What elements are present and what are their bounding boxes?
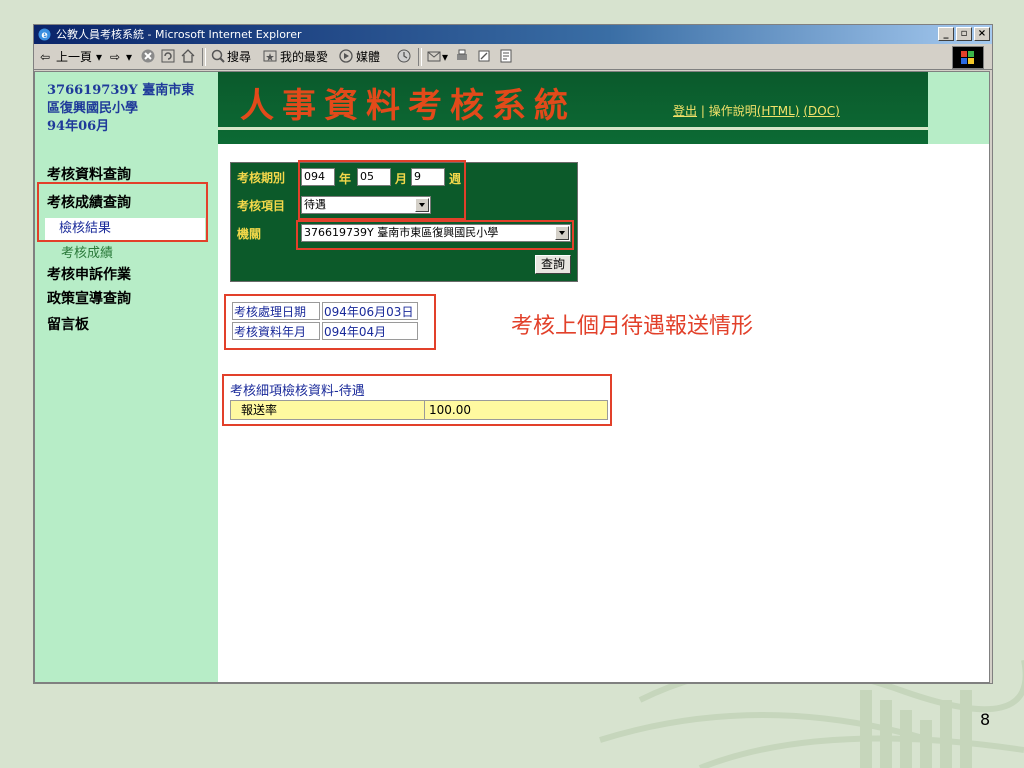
discuss-icon[interactable]	[498, 48, 514, 64]
help-label: 操作說明	[708, 104, 757, 118]
help-doc-link[interactable]: (DOC)	[803, 104, 839, 118]
internet-explorer-icon: e	[38, 28, 51, 41]
banner-side-panel	[928, 72, 989, 144]
close-button[interactable]: ×	[974, 27, 990, 41]
school-info: 376619739Y 臺南市東 區復興國民小學 94年06月	[47, 82, 217, 136]
help-html-link[interactable]: (HTML)	[757, 104, 800, 118]
media-button[interactable]: 媒體	[356, 49, 380, 65]
media-icon[interactable]	[338, 48, 354, 64]
mail-icon[interactable]	[426, 48, 442, 64]
svg-text:e: e	[41, 30, 47, 41]
home-icon[interactable]	[180, 48, 196, 64]
sidebar-item-policy-query[interactable]: 政策宣導查詢	[47, 288, 131, 308]
page-number: 8	[980, 710, 991, 729]
sidebar-item-data-query[interactable]: 考核資料查詢	[47, 164, 131, 184]
back-dropdown-icon[interactable]: ▾	[96, 49, 102, 65]
sidebar-subitem-score[interactable]: 考核成績	[61, 242, 113, 261]
search-button[interactable]: 搜尋	[227, 49, 251, 65]
school-line: 376619739Y 臺南市東	[47, 83, 195, 98]
print-icon[interactable]	[454, 48, 470, 64]
period-line: 94年06月	[47, 119, 110, 134]
sidebar-item-appeal[interactable]: 考核申訴作業	[47, 264, 131, 284]
highlight-box	[222, 374, 612, 426]
title-bar: e 公教人員考核系統 - Microsoft Internet Explorer…	[34, 25, 992, 44]
query-button[interactable]: 查詢	[535, 255, 571, 274]
favorites-button[interactable]: 我的最愛	[280, 49, 328, 65]
toolbar: ⇦ 上一頁 ▾ ⇨ ▾ 搜尋 我的最愛 媒體 ▾	[34, 45, 992, 70]
highlight-box	[296, 220, 574, 250]
maximize-button[interactable]: ▫	[956, 27, 972, 41]
sidebar-item-message-board[interactable]: 留言板	[47, 314, 89, 334]
toolbar-separator	[418, 48, 422, 66]
forward-dropdown-icon[interactable]: ▾	[126, 49, 132, 65]
link-separator: |	[700, 104, 705, 118]
highlight-box	[37, 182, 208, 242]
back-button[interactable]: 上一頁	[56, 49, 92, 65]
window-title: 公教人員考核系統 - Microsoft Internet Explorer	[56, 28, 302, 41]
banner-links: 登出 | 操作說明(HTML) (DOC)	[673, 102, 840, 119]
mail-dropdown-icon[interactable]: ▾	[442, 49, 448, 65]
stop-icon[interactable]	[140, 48, 156, 64]
favorites-icon[interactable]	[262, 48, 278, 64]
logout-link[interactable]: 登出	[673, 104, 697, 118]
window-controls: _ ▫ ×	[936, 27, 990, 42]
page-content: 376619739Y 臺南市東 區復興國民小學 94年06月 考核資料查詢 考核…	[34, 71, 990, 683]
submit-row: 查詢	[231, 251, 577, 277]
period-label: 考核期別	[237, 171, 286, 185]
highlight-box	[224, 294, 436, 350]
browser-window: e 公教人員考核系統 - Microsoft Internet Explorer…	[33, 24, 993, 684]
highlight-box	[298, 160, 466, 220]
back-arrow-icon[interactable]: ⇦	[40, 49, 50, 65]
search-icon[interactable]	[210, 48, 226, 64]
edit-icon[interactable]	[476, 48, 492, 64]
banner-divider	[218, 127, 928, 130]
sidebar: 376619739Y 臺南市東 區復興國民小學 94年06月 考核資料查詢 考核…	[35, 72, 218, 682]
minimize-button[interactable]: _	[938, 27, 954, 41]
main-panel: 考核期別 094 年 05 月 9 週 考核項目 待遇 機關 376619739…	[218, 144, 989, 682]
org-label: 機關	[237, 227, 262, 241]
annotation-text: 考核上個月待遇報送情形	[511, 314, 754, 339]
forward-arrow-icon[interactable]: ⇨	[110, 49, 120, 65]
toolbar-separator	[202, 48, 206, 66]
item-label: 考核項目	[237, 199, 286, 213]
refresh-icon[interactable]	[160, 48, 176, 64]
banner: 人事資料考核系統 登出 | 操作說明(HTML) (DOC)	[218, 72, 989, 144]
school-line: 區復興國民小學	[47, 101, 139, 116]
system-title: 人事資料考核系統	[240, 86, 576, 126]
history-icon[interactable]	[396, 48, 412, 64]
windows-logo-icon	[952, 46, 984, 69]
